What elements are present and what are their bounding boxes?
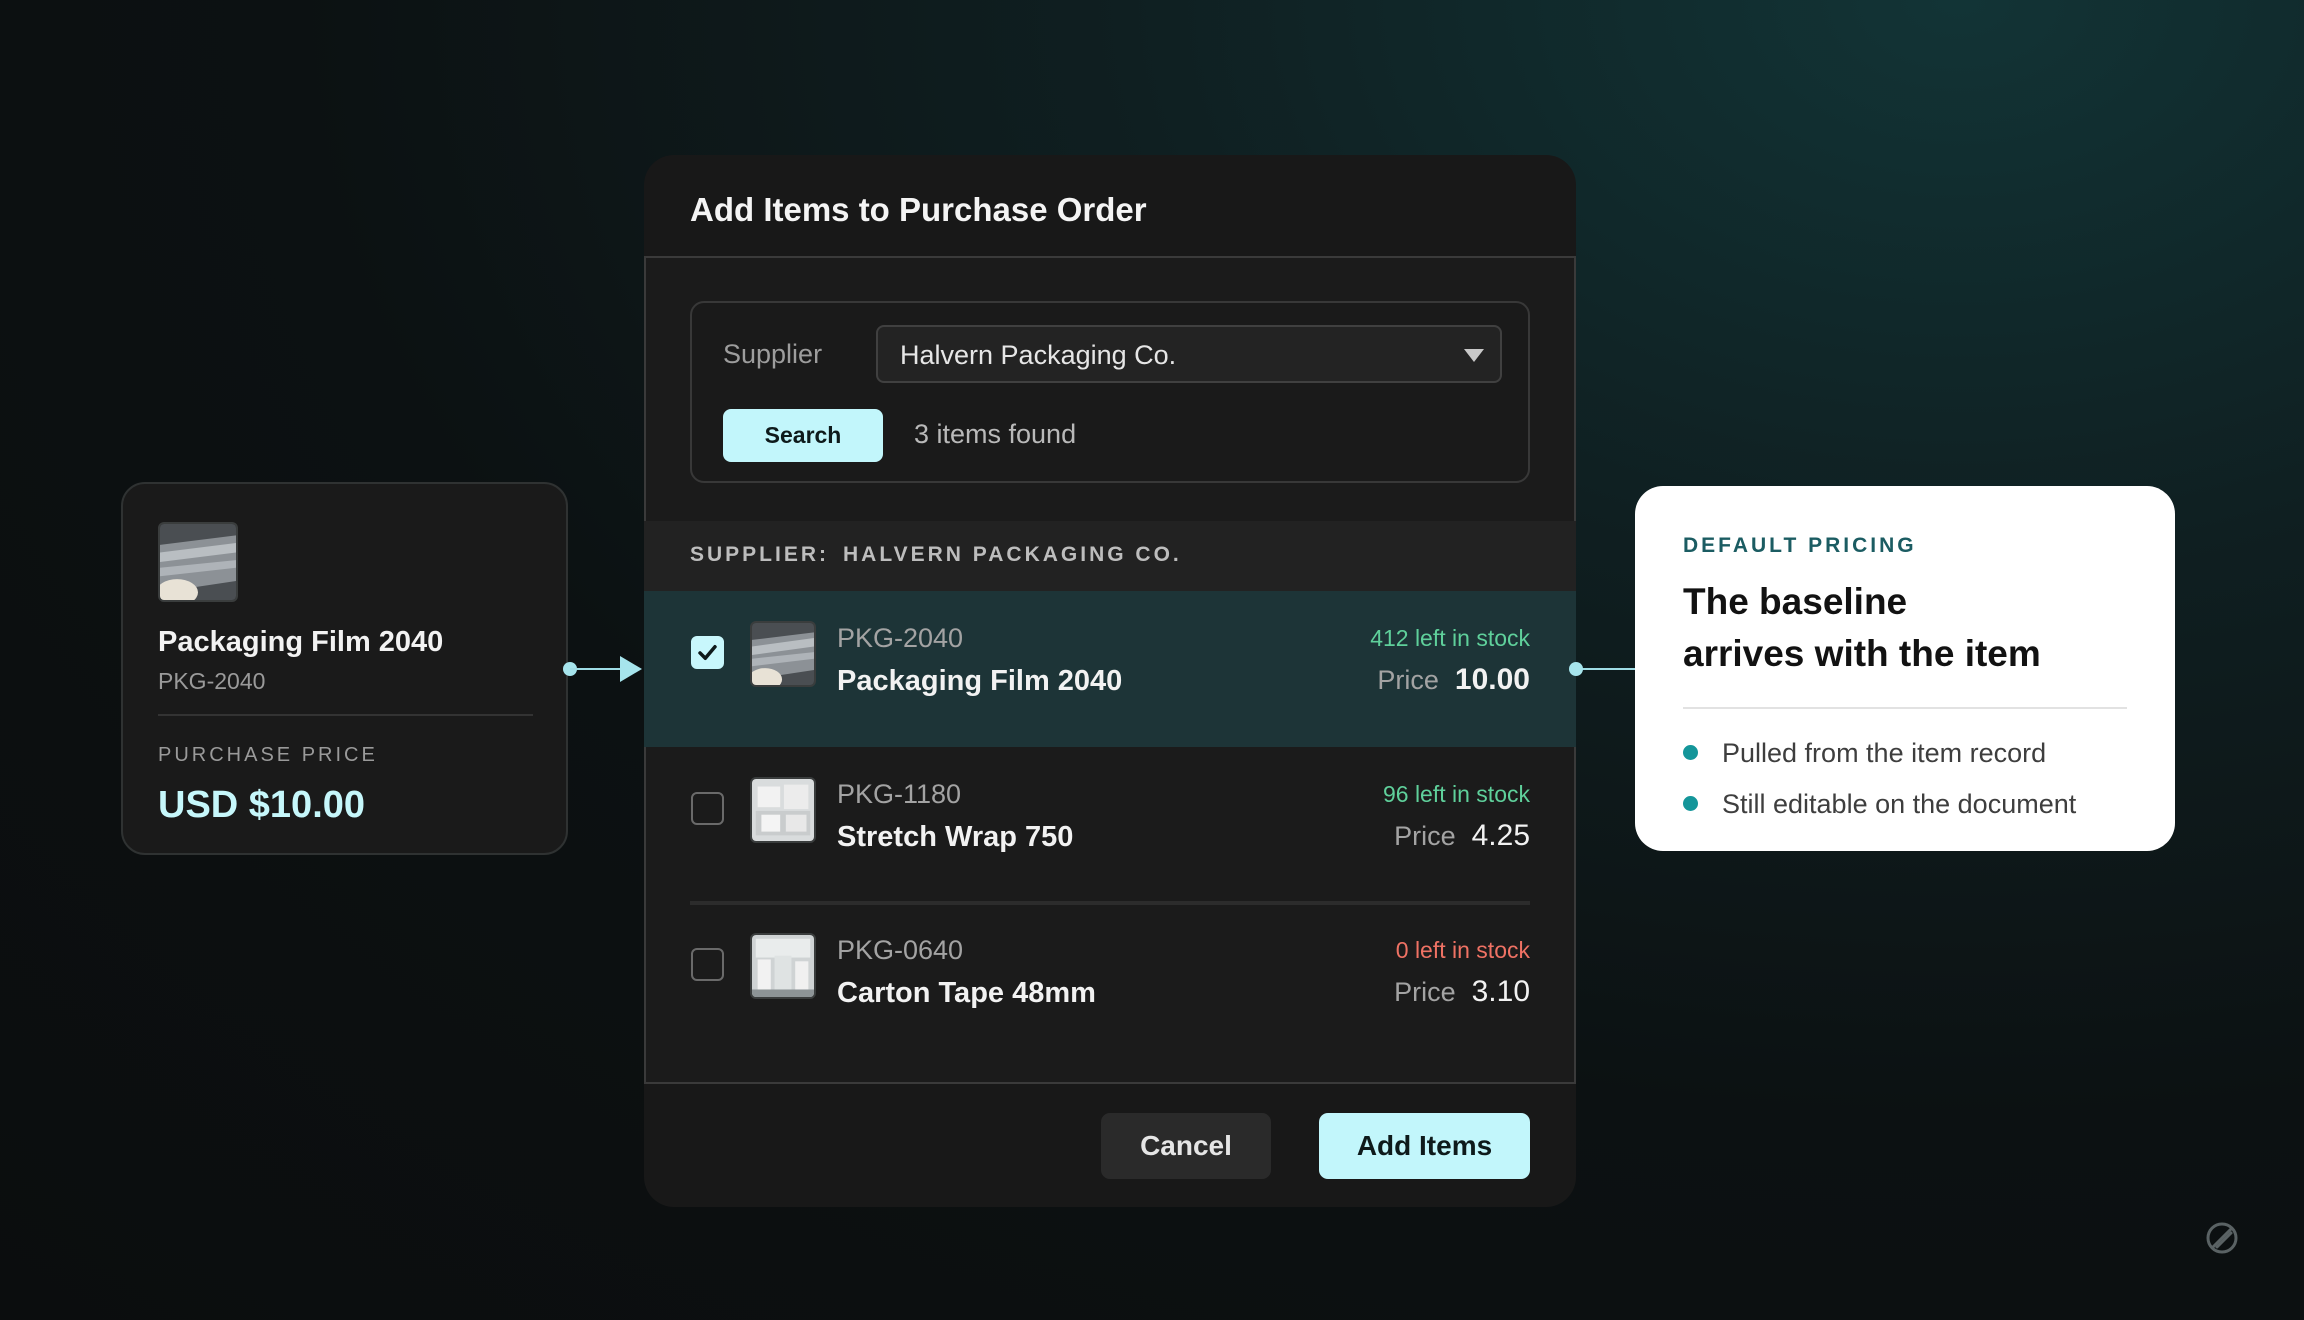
supplier-label: Supplier: [723, 339, 823, 369]
supplier-select[interactable]: Halvern Packaging Co.: [876, 325, 1502, 383]
callout-headline-line-1: The baseline: [1683, 581, 1908, 622]
item-sku: PKG-0640: [837, 935, 964, 965]
price-label: Price: [1377, 665, 1439, 695]
group-value: HALVERN PACKAGING CO.: [843, 543, 1182, 566]
price-label: Price: [1394, 821, 1456, 851]
row-divider: [690, 903, 1530, 905]
bullet-item: Still editable on the document: [1683, 789, 2076, 820]
stock-status: 96 left in stock: [1382, 781, 1530, 807]
film-roll-thumbnail: [158, 522, 238, 602]
callout-eyebrow: DEFAULT PRICING: [1683, 534, 1917, 557]
film-roll-thumbnail: [750, 621, 816, 687]
bullet-dot-icon: [1683, 796, 1698, 812]
item-sku: PKG-1180: [837, 779, 962, 809]
purchase-price-value: USD $10.00: [158, 784, 366, 826]
price-value: 4.25: [1471, 819, 1530, 852]
carton-tape-thumbnail: [750, 933, 816, 999]
divider: [158, 714, 533, 716]
item-row[interactable]: PKG-2040 Packaging Film 2040 412 left in…: [644, 591, 1576, 747]
search-button[interactable]: Search: [723, 409, 883, 462]
item-row[interactable]: PKG-1180 Stretch Wrap 750 96 left in sto…: [644, 747, 1576, 903]
bullet-text: Pulled from the item record: [1722, 738, 2047, 768]
stretch-wrap-thumbnail: [750, 777, 816, 843]
group-label: SUPPLIER:: [690, 543, 830, 566]
item-price: Price 4.25: [1394, 819, 1530, 853]
item-code: PKG-2040: [158, 668, 266, 694]
stock-status: 0 left in stock: [1395, 937, 1530, 963]
item-name: Stretch Wrap 750: [837, 821, 1074, 853]
divider: [1683, 707, 2127, 709]
item-price: Price 3.10: [1394, 975, 1530, 1009]
price-value: 3.10: [1471, 975, 1530, 1008]
item-sku: PKG-2040: [837, 623, 964, 653]
cancel-button[interactable]: Cancel: [1101, 1113, 1271, 1179]
add-items-dialog: Add Items to Purchase Order Supplier Hal…: [644, 155, 1576, 1207]
default-pricing-callout: DEFAULT PRICING The baseline arrives wit…: [1635, 486, 2175, 851]
item-checkbox[interactable]: [691, 636, 724, 669]
results-count: 3 items found: [914, 419, 1077, 449]
dialog-title: Add Items to Purchase Order: [690, 191, 1147, 228]
item-price: Price 10.00: [1377, 663, 1530, 697]
supplier-group-header: SUPPLIER: HALVERN PACKAGING CO.: [644, 521, 1576, 591]
item-checkbox[interactable]: [691, 792, 724, 825]
item-title: Packaging Film 2040: [158, 626, 444, 658]
arrow-right-icon: [620, 656, 642, 682]
chevron-down-icon: [1464, 349, 1484, 362]
bullet-dot-icon: [1683, 745, 1698, 761]
item-row[interactable]: PKG-0640 Carton Tape 48mm 0 left in stoc…: [644, 903, 1576, 1059]
brand-logo-icon: [2204, 1220, 2240, 1256]
item-name: Carton Tape 48mm: [837, 977, 1096, 1009]
item-name: Packaging Film 2040: [837, 665, 1123, 697]
bullet-item: Pulled from the item record: [1683, 738, 2046, 769]
supplier-search-panel: Supplier Halvern Packaging Co. Search 3 …: [690, 301, 1530, 483]
add-items-button[interactable]: Add Items: [1319, 1113, 1530, 1179]
purchase-price-label: PURCHASE PRICE: [158, 744, 378, 766]
item-checkbox[interactable]: [691, 948, 724, 981]
connector-line: [1576, 668, 1636, 670]
stock-status: 412 left in stock: [1370, 625, 1530, 651]
connector-start-dot: [1569, 662, 1583, 676]
bullet-text: Still editable on the document: [1722, 789, 2077, 819]
price-label: Price: [1394, 977, 1456, 1007]
callout-headline: The baseline arrives with the item: [1683, 576, 2123, 680]
callout-headline-line-2: arrives with the item: [1683, 633, 2041, 674]
price-value: 10.00: [1454, 663, 1530, 696]
supplier-select-value: Halvern Packaging Co.: [900, 340, 1177, 370]
connector-line: [570, 668, 624, 670]
item-preview-card: Packaging Film 2040 PKG-2040 PURCHASE PR…: [121, 482, 568, 855]
